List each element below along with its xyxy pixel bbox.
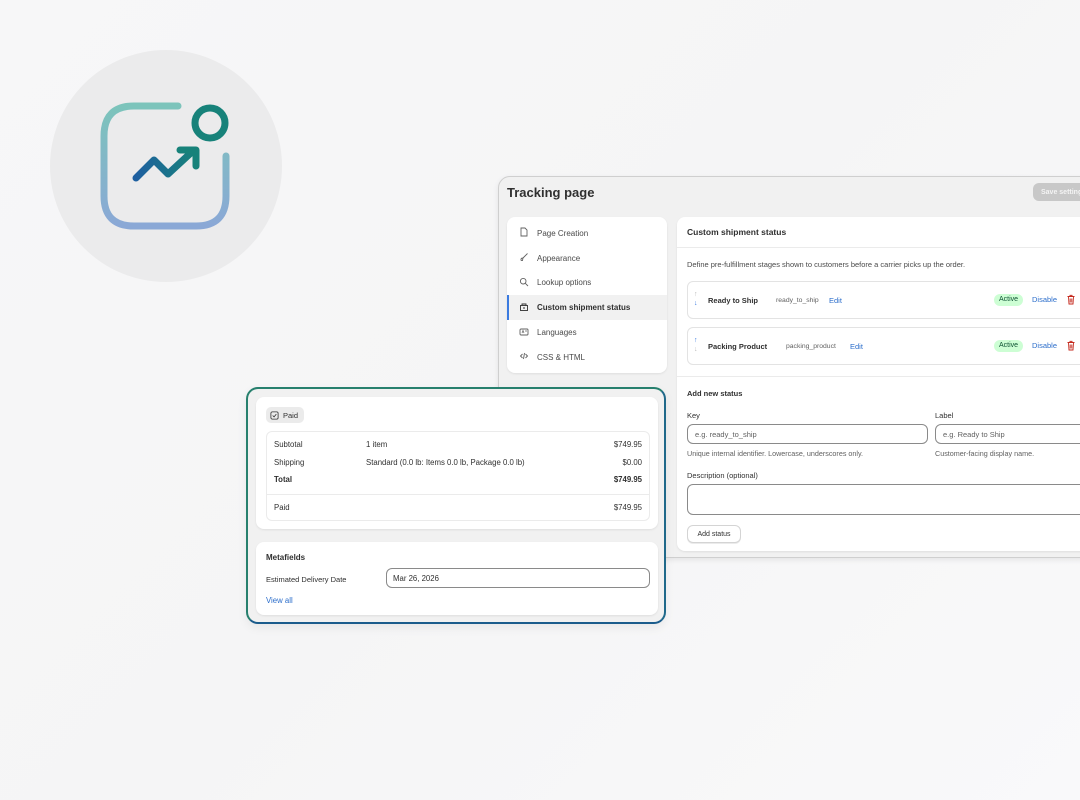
description-field-label: Description (optional)	[687, 471, 758, 480]
row-label: Total	[274, 475, 293, 484]
metafields-section: Metafields Estimated Delivery Date View …	[256, 542, 658, 615]
checkbox-icon	[270, 410, 279, 420]
code-icon	[519, 351, 531, 363]
sidebar-item-page-creation[interactable]: Page Creation	[507, 221, 667, 246]
status-badge: Active	[994, 294, 1024, 306]
row-detail: 1 item	[366, 440, 388, 449]
custom-shipment-status-panel: Custom shipment status Define pre-fulfil…	[677, 217, 1080, 551]
sidebar-item-css-html[interactable]: CSS & HTML	[507, 345, 667, 370]
sidebar-item-label: Custom shipment status	[537, 303, 631, 313]
disable-status-link[interactable]: Disable	[1032, 341, 1057, 350]
move-up-icon[interactable]: ↑	[694, 336, 702, 345]
order-summary-card: Paid Subtotal 1 item $749.95 Shipping St…	[246, 387, 666, 624]
payment-status-label: Paid	[283, 410, 299, 420]
panel-title: Custom shipment status	[687, 227, 787, 237]
edit-status-link[interactable]: Edit	[829, 296, 842, 305]
status-card-ready-to-ship: ↑ ↓ Ready to Ship ready_to_ship Edit Act…	[687, 281, 1080, 319]
key-help-text: Unique internal identifier. Lowercase, u…	[687, 449, 864, 458]
delivery-date-input[interactable]	[386, 568, 650, 588]
divider	[677, 376, 1080, 377]
sidebar-item-custom-shipment-status[interactable]: Custom shipment status	[507, 295, 667, 321]
brush-icon	[519, 252, 531, 264]
row-amount: $749.95	[613, 503, 642, 512]
disable-status-link[interactable]: Disable	[1032, 295, 1057, 304]
trash-icon[interactable]	[1066, 294, 1076, 305]
status-card-packing-product: ↑ ↓ Packing Product packing_product Edit…	[687, 327, 1080, 365]
payment-summary: Subtotal 1 item $749.95 Shipping Standar…	[266, 431, 650, 521]
row-label: Subtotal	[274, 440, 303, 449]
page-title: Tracking page	[507, 185, 595, 200]
description-input[interactable]	[687, 484, 1080, 515]
trash-icon[interactable]	[1066, 340, 1076, 351]
row-amount: $749.95	[613, 440, 642, 449]
panel-description: Define pre-fulfillment stages shown to c…	[687, 260, 966, 269]
search-icon	[519, 277, 531, 289]
key-field-label: Key	[687, 411, 700, 420]
label-field-label: Label	[935, 411, 954, 420]
payment-status-badge: Paid	[266, 407, 305, 423]
sidebar-item-label: Page Creation	[537, 228, 589, 238]
delivery-date-label: Estimated Delivery Date	[266, 575, 347, 584]
key-input[interactable]	[687, 424, 928, 444]
language-icon	[519, 327, 531, 339]
add-status-button[interactable]: Add status	[687, 525, 741, 543]
move-up-icon[interactable]: ↑	[694, 290, 702, 299]
row-label: Paid	[274, 503, 290, 512]
save-settings-button[interactable]: Save settings	[1033, 183, 1080, 201]
analytics-trend-icon	[100, 102, 230, 230]
status-name: Packing Product	[708, 342, 768, 351]
row-label: Shipping	[274, 458, 305, 467]
sidebar-item-lookup-options[interactable]: Lookup options	[507, 271, 667, 296]
sidebar-item-label: Languages	[537, 328, 577, 338]
divider	[677, 247, 1080, 248]
label-input[interactable]	[935, 424, 1080, 444]
move-down-icon[interactable]: ↓	[694, 345, 702, 354]
view-all-link[interactable]: View all	[266, 596, 293, 605]
sidebar-item-label: Lookup options	[537, 278, 592, 288]
status-badge: Active	[994, 340, 1024, 352]
edit-status-link[interactable]: Edit	[850, 342, 863, 351]
row-amount: $0.00	[622, 458, 642, 467]
row-detail: Standard (0.0 lb: Items 0.0 lb, Package …	[366, 458, 525, 467]
label-help-text: Customer-facing display name.	[935, 449, 1035, 458]
payment-section: Paid Subtotal 1 item $749.95 Shipping St…	[256, 397, 658, 529]
settings-sidebar: Page Creation Appearance Lookup options …	[507, 217, 667, 373]
status-name: Ready to Ship	[708, 296, 759, 305]
sidebar-item-appearance[interactable]: Appearance	[507, 246, 667, 271]
metafields-title: Metafields	[266, 553, 306, 562]
sidebar-item-label: CSS & HTML	[537, 352, 586, 362]
row-amount: $749.95	[613, 475, 642, 484]
package-icon	[519, 302, 531, 314]
status-key: packing_product	[786, 343, 836, 350]
sidebar-item-label: Appearance	[537, 253, 581, 263]
page-icon	[519, 227, 531, 239]
add-status-title: Add new status	[687, 389, 743, 398]
app-logo	[50, 50, 282, 282]
move-down-icon[interactable]: ↓	[694, 299, 702, 308]
status-key: ready_to_ship	[776, 297, 819, 304]
sidebar-item-languages[interactable]: Languages	[507, 320, 667, 345]
divider	[267, 494, 649, 495]
